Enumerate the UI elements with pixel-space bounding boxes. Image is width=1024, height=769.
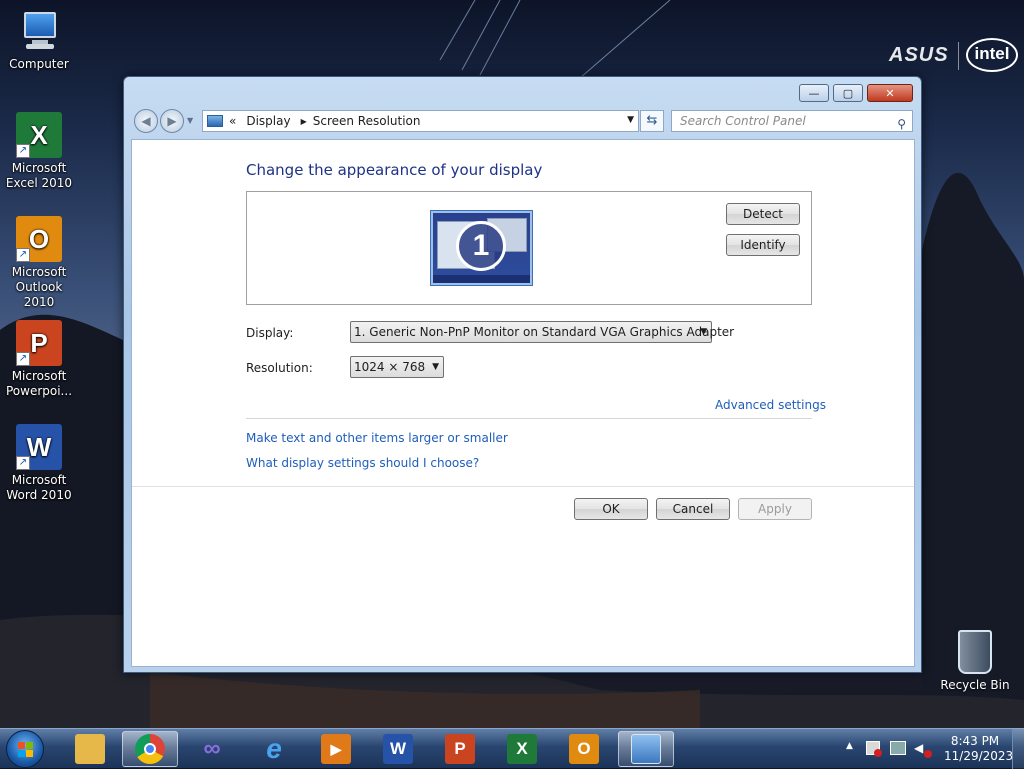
- asus-logo: ASUS: [889, 44, 949, 66]
- desktop-icon-outlook[interactable]: O ↗ Microsoft Outlook 2010: [1, 216, 77, 310]
- volume-icon[interactable]: ◀: [914, 741, 932, 758]
- display-select[interactable]: 1. Generic Non-PnP Monitor on Standard V…: [350, 321, 734, 343]
- powerpoint-icon: P: [445, 734, 475, 764]
- desktop-icon-label: Microsoft Outlook 2010: [11, 265, 67, 309]
- desktop-icon-powerpoint[interactable]: P ↗ Microsoft Powerpoi...: [1, 320, 77, 399]
- monitor-1-icon[interactable]: 1: [431, 211, 532, 285]
- breadcrumb-display[interactable]: Display: [246, 114, 290, 128]
- maximize-button[interactable]: ▢: [833, 84, 863, 102]
- chrome-icon: [135, 734, 165, 764]
- desktop-icon-excel[interactable]: X ↗ Microsoft Excel 2010: [1, 112, 77, 191]
- taskbar-excel[interactable]: X: [494, 731, 550, 767]
- start-button[interactable]: [6, 730, 44, 768]
- computer-icon: [16, 8, 62, 54]
- outlook-icon: O: [569, 734, 599, 764]
- minimize-button[interactable]: —: [799, 84, 829, 102]
- taskbar-explorer[interactable]: [62, 731, 118, 767]
- control-panel-icon: [631, 734, 661, 764]
- chevron-down-icon: ▼: [700, 327, 707, 337]
- desktop-icon-word[interactable]: W ↗ Microsoft Word 2010: [1, 424, 77, 503]
- word-icon: W: [383, 734, 413, 764]
- taskbar-internet-explorer[interactable]: e: [246, 731, 302, 767]
- taskbar: ∞ e ▶ W P X O ▲ ◀ 8:43 PM 11/29/2023: [0, 728, 1024, 769]
- divider: [132, 486, 914, 487]
- window-controls: — ▢ ✕: [795, 84, 913, 102]
- windows-logo-icon: [18, 742, 34, 758]
- taskbar-visual-studio[interactable]: ∞: [184, 731, 240, 767]
- media-player-icon: ▶: [321, 734, 351, 764]
- screen-resolution-window[interactable]: — ▢ ✕ ◀ ▶ ▼ « Display ▶ Screen Resolutio…: [123, 76, 922, 673]
- desktop-icon-label: Computer: [9, 57, 69, 71]
- apply-button[interactable]: Apply: [738, 498, 812, 520]
- taskbar-chrome[interactable]: [122, 731, 178, 767]
- cancel-button[interactable]: Cancel: [656, 498, 730, 520]
- outlook-icon: O ↗: [16, 216, 62, 262]
- search-placeholder: Search Control Panel: [680, 114, 806, 128]
- detect-button[interactable]: Detect: [726, 203, 800, 225]
- clock-date: 11/29/2023: [944, 749, 1014, 763]
- identify-button[interactable]: Identify: [726, 234, 800, 256]
- show-hidden-icons-button[interactable]: ▲: [846, 741, 853, 751]
- desktop-icon-label: Microsoft Word 2010: [6, 473, 72, 502]
- display-help-link[interactable]: What display settings should I choose?: [246, 456, 479, 470]
- close-button[interactable]: ✕: [867, 84, 913, 102]
- search-input[interactable]: Search Control Panel ⚲: [671, 110, 913, 132]
- recent-pages-chevron-icon[interactable]: ▼: [187, 116, 193, 125]
- breadcrumb-separator-icon[interactable]: ▶: [301, 117, 307, 126]
- taskbar-media-player[interactable]: ▶: [308, 731, 364, 767]
- address-bar[interactable]: « Display ▶ Screen Resolution ▼: [202, 110, 639, 132]
- show-desktop-button[interactable]: [1012, 729, 1024, 769]
- desktop-icon-label: Microsoft Powerpoi...: [5, 369, 73, 398]
- excel-icon: X ↗: [16, 112, 62, 158]
- excel-icon: X: [507, 734, 537, 764]
- network-icon[interactable]: [890, 741, 906, 755]
- display-label: Display:: [246, 326, 294, 340]
- taskbar-powerpoint[interactable]: P: [432, 731, 488, 767]
- word-icon: W ↗: [16, 424, 62, 470]
- desktop-icon-computer[interactable]: Computer: [1, 8, 77, 72]
- taskbar-outlook[interactable]: O: [556, 731, 612, 767]
- resolution-label: Resolution:: [246, 361, 313, 375]
- breadcrumb-screen-resolution[interactable]: Screen Resolution: [313, 114, 421, 128]
- taskbar-word[interactable]: W: [370, 731, 426, 767]
- display-preview-panel: 1 Detect Identify: [246, 191, 812, 305]
- page-title: Change the appearance of your display: [246, 161, 543, 179]
- window-content: Change the appearance of your display 1 …: [131, 139, 915, 667]
- clock-time: 8:43 PM: [950, 734, 1000, 748]
- desktop-icon-label: Microsoft Excel 2010: [5, 161, 73, 190]
- advanced-settings-link[interactable]: Advanced settings: [715, 398, 826, 412]
- address-dropdown-icon[interactable]: ▼: [627, 115, 634, 125]
- navigation-bar: ◀ ▶ ▼ « Display ▶ Screen Resolution ▼ ⇆ …: [132, 108, 913, 134]
- system-clock[interactable]: 8:43 PM 11/29/2023: [944, 734, 1014, 764]
- desktop-icon-recycle-bin[interactable]: Recycle Bin: [938, 630, 1012, 692]
- display-select-value: 1. Generic Non-PnP Monitor on Standard V…: [354, 325, 735, 339]
- chevron-down-icon: ▼: [432, 362, 439, 372]
- breadcrumb-overflow[interactable]: «: [229, 114, 236, 128]
- powerpoint-icon: P ↗: [16, 320, 62, 366]
- refresh-button[interactable]: ⇆: [640, 110, 664, 132]
- forward-button[interactable]: ▶: [160, 109, 184, 133]
- action-center-icon[interactable]: [866, 741, 882, 757]
- intel-logo: intel: [966, 38, 1018, 72]
- search-icon[interactable]: ⚲: [897, 114, 906, 134]
- folder-icon: [75, 734, 105, 764]
- display-icon: [207, 115, 223, 127]
- taskbar-control-panel[interactable]: [618, 731, 674, 767]
- text-size-link[interactable]: Make text and other items larger or smal…: [246, 431, 508, 445]
- back-button[interactable]: ◀: [134, 109, 158, 133]
- ok-button[interactable]: OK: [574, 498, 648, 520]
- monitor-number: 1: [456, 221, 506, 271]
- resolution-select-value: 1024 × 768: [354, 360, 426, 374]
- logo-divider: [958, 42, 959, 70]
- infinity-icon: ∞: [203, 735, 221, 762]
- divider: [246, 418, 812, 419]
- recycle-bin-icon: [958, 630, 992, 674]
- ie-icon: e: [266, 733, 282, 764]
- desktop-icon-label: Recycle Bin: [940, 678, 1010, 692]
- resolution-select[interactable]: 1024 × 768 ▼: [350, 356, 444, 378]
